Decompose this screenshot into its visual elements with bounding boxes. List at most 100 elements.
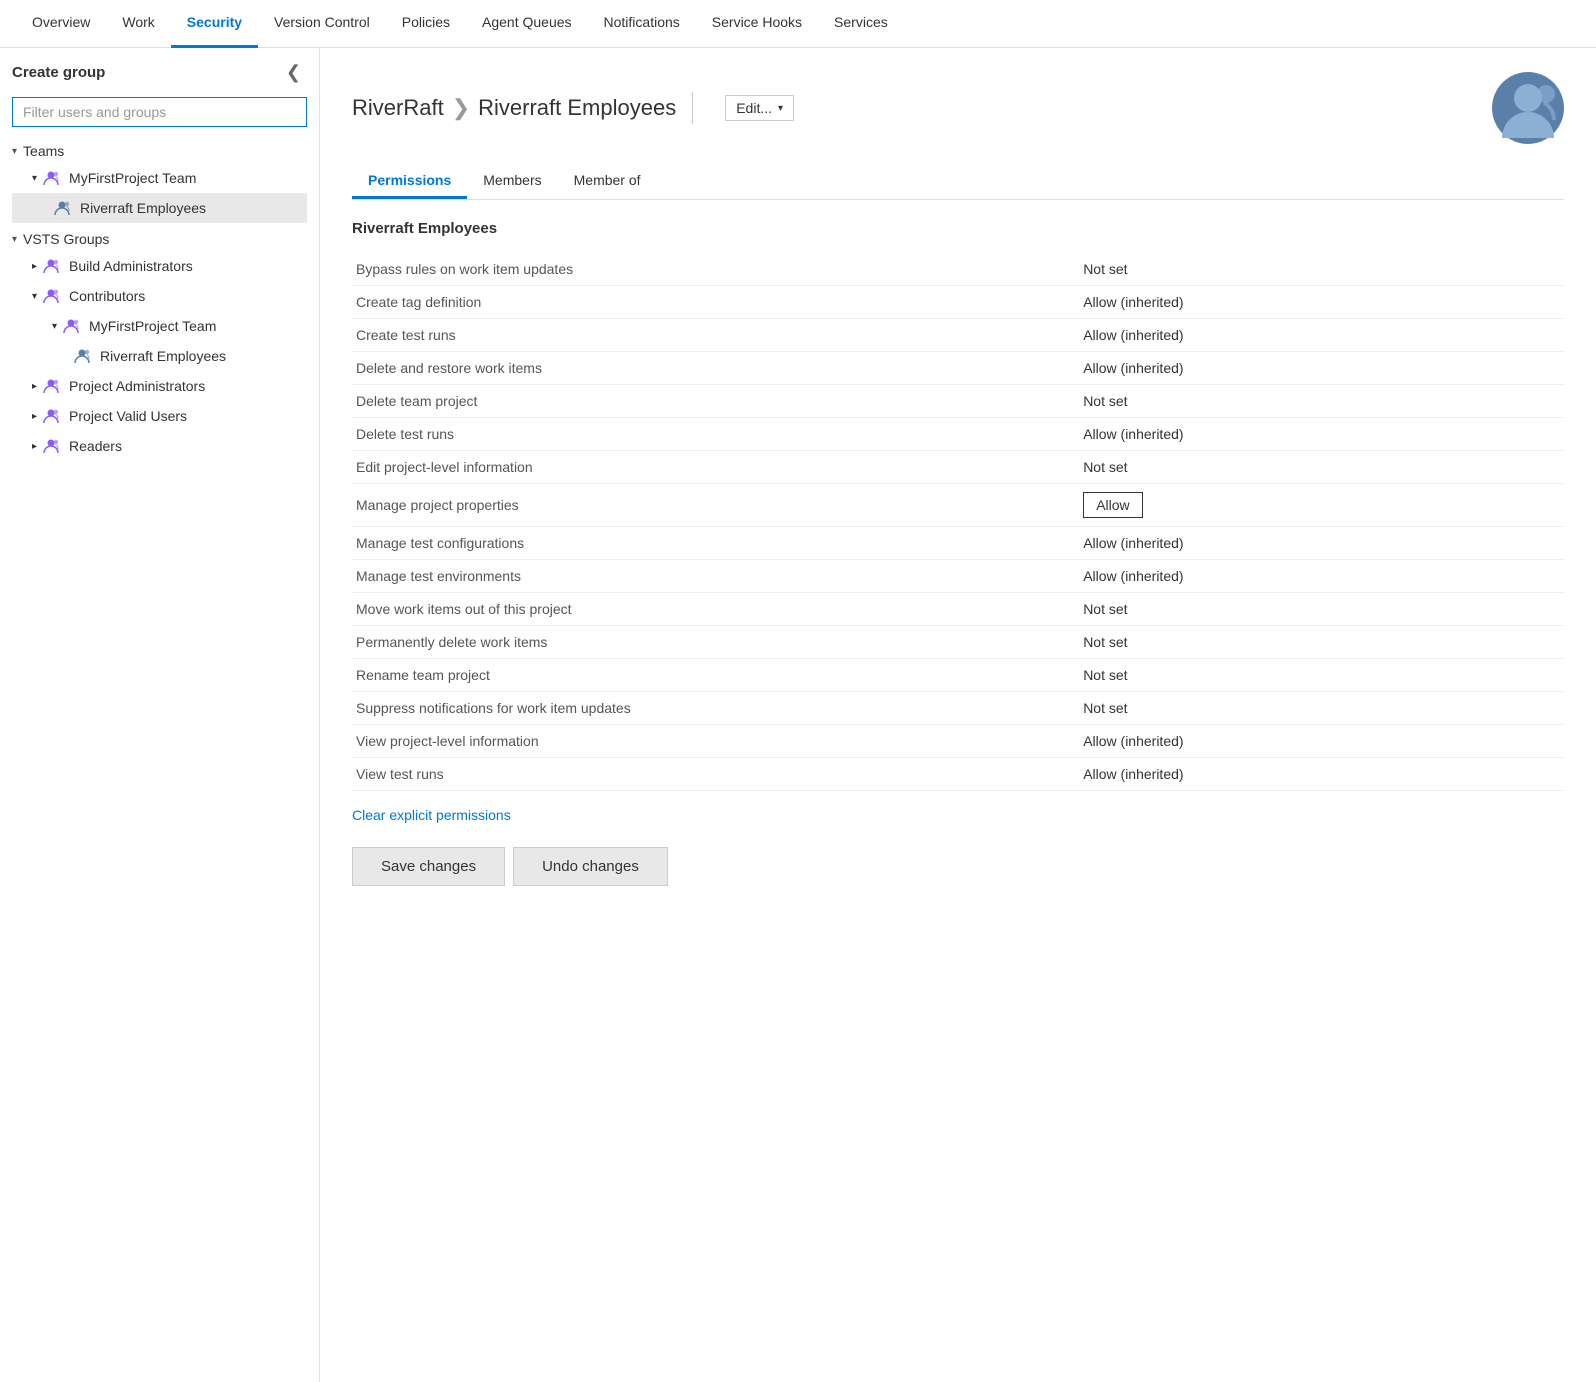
teams-section: ▾ Teams ▾ MyFirstProject Team bbox=[12, 139, 307, 223]
permission-value: Allow (inherited) bbox=[1079, 725, 1564, 758]
table-row: Move work items out of this projectNot s… bbox=[352, 593, 1564, 626]
undo-button[interactable]: Undo changes bbox=[513, 847, 668, 886]
cont-riverraft-icon bbox=[72, 346, 92, 366]
tab-members[interactable]: Members bbox=[467, 164, 557, 199]
filter-input[interactable] bbox=[12, 97, 307, 127]
breadcrumb-child: Riverraft Employees bbox=[478, 95, 676, 121]
main-layout: Create group ❮ ▾ Teams ▾ bbox=[0, 48, 1596, 1382]
clear-permissions-link[interactable]: Clear explicit permissions bbox=[352, 807, 511, 823]
nav-item-security[interactable]: Security bbox=[171, 0, 258, 48]
permission-value: Allow (inherited) bbox=[1079, 560, 1564, 593]
readers[interactable]: ▸ Readers bbox=[12, 431, 307, 461]
nav-item-service-hooks[interactable]: Service Hooks bbox=[696, 0, 818, 48]
permission-value: Allow (inherited) bbox=[1079, 418, 1564, 451]
tab-member-of[interactable]: Member of bbox=[558, 164, 657, 199]
permission-value: Not set bbox=[1079, 626, 1564, 659]
cont-riverraft-employees[interactable]: Riverraft Employees bbox=[12, 341, 307, 371]
table-row: View project-level informationAllow (inh… bbox=[352, 725, 1564, 758]
vsts-label: VSTS Groups bbox=[23, 231, 109, 247]
permission-value: Not set bbox=[1079, 253, 1564, 286]
table-row: Create test runsAllow (inherited) bbox=[352, 319, 1564, 352]
breadcrumb-separator: ❯ bbox=[452, 95, 470, 121]
table-row: Manage test configurationsAllow (inherit… bbox=[352, 527, 1564, 560]
build-admin-label: Build Administrators bbox=[69, 258, 193, 274]
permission-value: Not set bbox=[1079, 593, 1564, 626]
permission-name: Manage test environments bbox=[352, 560, 1079, 593]
cont-riverraft-label: Riverraft Employees bbox=[100, 348, 226, 364]
proj-admin-icon bbox=[41, 376, 61, 396]
tab-permissions[interactable]: Permissions bbox=[352, 164, 467, 199]
permission-name: Create test runs bbox=[352, 319, 1079, 352]
footer-buttons: Save changes Undo changes bbox=[352, 847, 1564, 886]
permission-value: Allow (inherited) bbox=[1079, 758, 1564, 791]
sidebar-title: Create group bbox=[12, 64, 105, 81]
permission-value[interactable]: Allow bbox=[1079, 484, 1564, 527]
permission-value: Allow (inherited) bbox=[1079, 352, 1564, 385]
nav-item-policies[interactable]: Policies bbox=[386, 0, 466, 48]
readers-icon bbox=[41, 436, 61, 456]
permission-value: Allow (inherited) bbox=[1079, 286, 1564, 319]
permission-name: View test runs bbox=[352, 758, 1079, 791]
permission-name: Create tag definition bbox=[352, 286, 1079, 319]
permission-value: Not set bbox=[1079, 659, 1564, 692]
cont-myfirstproject-icon bbox=[61, 316, 81, 336]
vsts-header[interactable]: ▾ VSTS Groups bbox=[12, 227, 307, 251]
teams-header[interactable]: ▾ Teams bbox=[12, 139, 307, 163]
readers-label: Readers bbox=[69, 438, 122, 454]
vsts-chevron: ▾ bbox=[12, 234, 17, 245]
project-valid-users[interactable]: ▸ Project Valid Users bbox=[12, 401, 307, 431]
save-button[interactable]: Save changes bbox=[352, 847, 505, 886]
project-admin-label: Project Administrators bbox=[69, 378, 205, 394]
tabs: Permissions Members Member of bbox=[352, 164, 1564, 200]
table-row: Permanently delete work itemsNot set bbox=[352, 626, 1564, 659]
permission-value: Allow (inherited) bbox=[1079, 319, 1564, 352]
permission-name: Move work items out of this project bbox=[352, 593, 1079, 626]
contributors-icon bbox=[41, 286, 61, 306]
cont-myfirstproject-chevron: ▾ bbox=[52, 321, 57, 332]
nav-item-overview[interactable]: Overview bbox=[16, 0, 106, 48]
contributors-chevron: ▾ bbox=[32, 291, 37, 302]
build-administrators[interactable]: ▸ Build Administrators bbox=[12, 251, 307, 281]
content-area: RiverRaft ❯ Riverraft Employees Edit... … bbox=[320, 48, 1596, 1382]
permission-name: Bypass rules on work item updates bbox=[352, 253, 1079, 286]
edit-button[interactable]: Edit... ▾ bbox=[725, 95, 794, 121]
contributors-label: Contributors bbox=[69, 288, 145, 304]
section-title: Riverraft Employees bbox=[352, 220, 1564, 237]
breadcrumb-parent: RiverRaft bbox=[352, 95, 444, 121]
teams-chevron: ▾ bbox=[12, 146, 17, 157]
permission-name: Manage project properties bbox=[352, 484, 1079, 527]
top-navigation: Overview Work Security Version Control P… bbox=[0, 0, 1596, 48]
table-row: Bypass rules on work item updatesNot set bbox=[352, 253, 1564, 286]
nav-item-agent-queues[interactable]: Agent Queues bbox=[466, 0, 588, 48]
contributors[interactable]: ▾ Contributors bbox=[12, 281, 307, 311]
vsts-section: ▾ VSTS Groups ▸ Build Administrators bbox=[12, 227, 307, 461]
team-myfirstproject[interactable]: ▾ MyFirstProject Team bbox=[12, 163, 307, 193]
breadcrumb-edit-group: RiverRaft ❯ Riverraft Employees Edit... … bbox=[352, 92, 794, 124]
project-administrators[interactable]: ▸ Project Administrators bbox=[12, 371, 307, 401]
permission-value: Not set bbox=[1079, 692, 1564, 725]
permission-name: Delete test runs bbox=[352, 418, 1079, 451]
table-row: Edit project-level informationNot set bbox=[352, 451, 1564, 484]
contributors-myfirstproject[interactable]: ▾ MyFirstProject Team bbox=[12, 311, 307, 341]
table-row: Manage project propertiesAllow bbox=[352, 484, 1564, 527]
riverraft-employees-team[interactable]: Riverraft Employees bbox=[12, 193, 307, 223]
nav-item-notifications[interactable]: Notifications bbox=[588, 0, 696, 48]
nav-item-work[interactable]: Work bbox=[106, 0, 170, 48]
myfirstproject-icon bbox=[41, 168, 61, 188]
myfirstproject-chevron: ▾ bbox=[32, 173, 37, 184]
nav-item-services[interactable]: Services bbox=[818, 0, 904, 48]
permission-name: View project-level information bbox=[352, 725, 1079, 758]
dropdown-arrow-icon: ▾ bbox=[778, 103, 783, 114]
content-header: RiverRaft ❯ Riverraft Employees Edit... … bbox=[352, 72, 1564, 144]
collapse-button[interactable]: ❮ bbox=[280, 60, 307, 85]
nav-item-version-control[interactable]: Version Control bbox=[258, 0, 386, 48]
permission-name: Delete team project bbox=[352, 385, 1079, 418]
allow-badge[interactable]: Allow bbox=[1083, 492, 1142, 518]
project-valid-label: Project Valid Users bbox=[69, 408, 187, 424]
proj-admin-chevron: ▸ bbox=[32, 381, 37, 392]
breadcrumb: RiverRaft ❯ Riverraft Employees bbox=[352, 95, 676, 121]
permission-name: Permanently delete work items bbox=[352, 626, 1079, 659]
readers-chevron: ▸ bbox=[32, 441, 37, 452]
permission-value: Not set bbox=[1079, 385, 1564, 418]
sidebar: Create group ❮ ▾ Teams ▾ bbox=[0, 48, 320, 1382]
